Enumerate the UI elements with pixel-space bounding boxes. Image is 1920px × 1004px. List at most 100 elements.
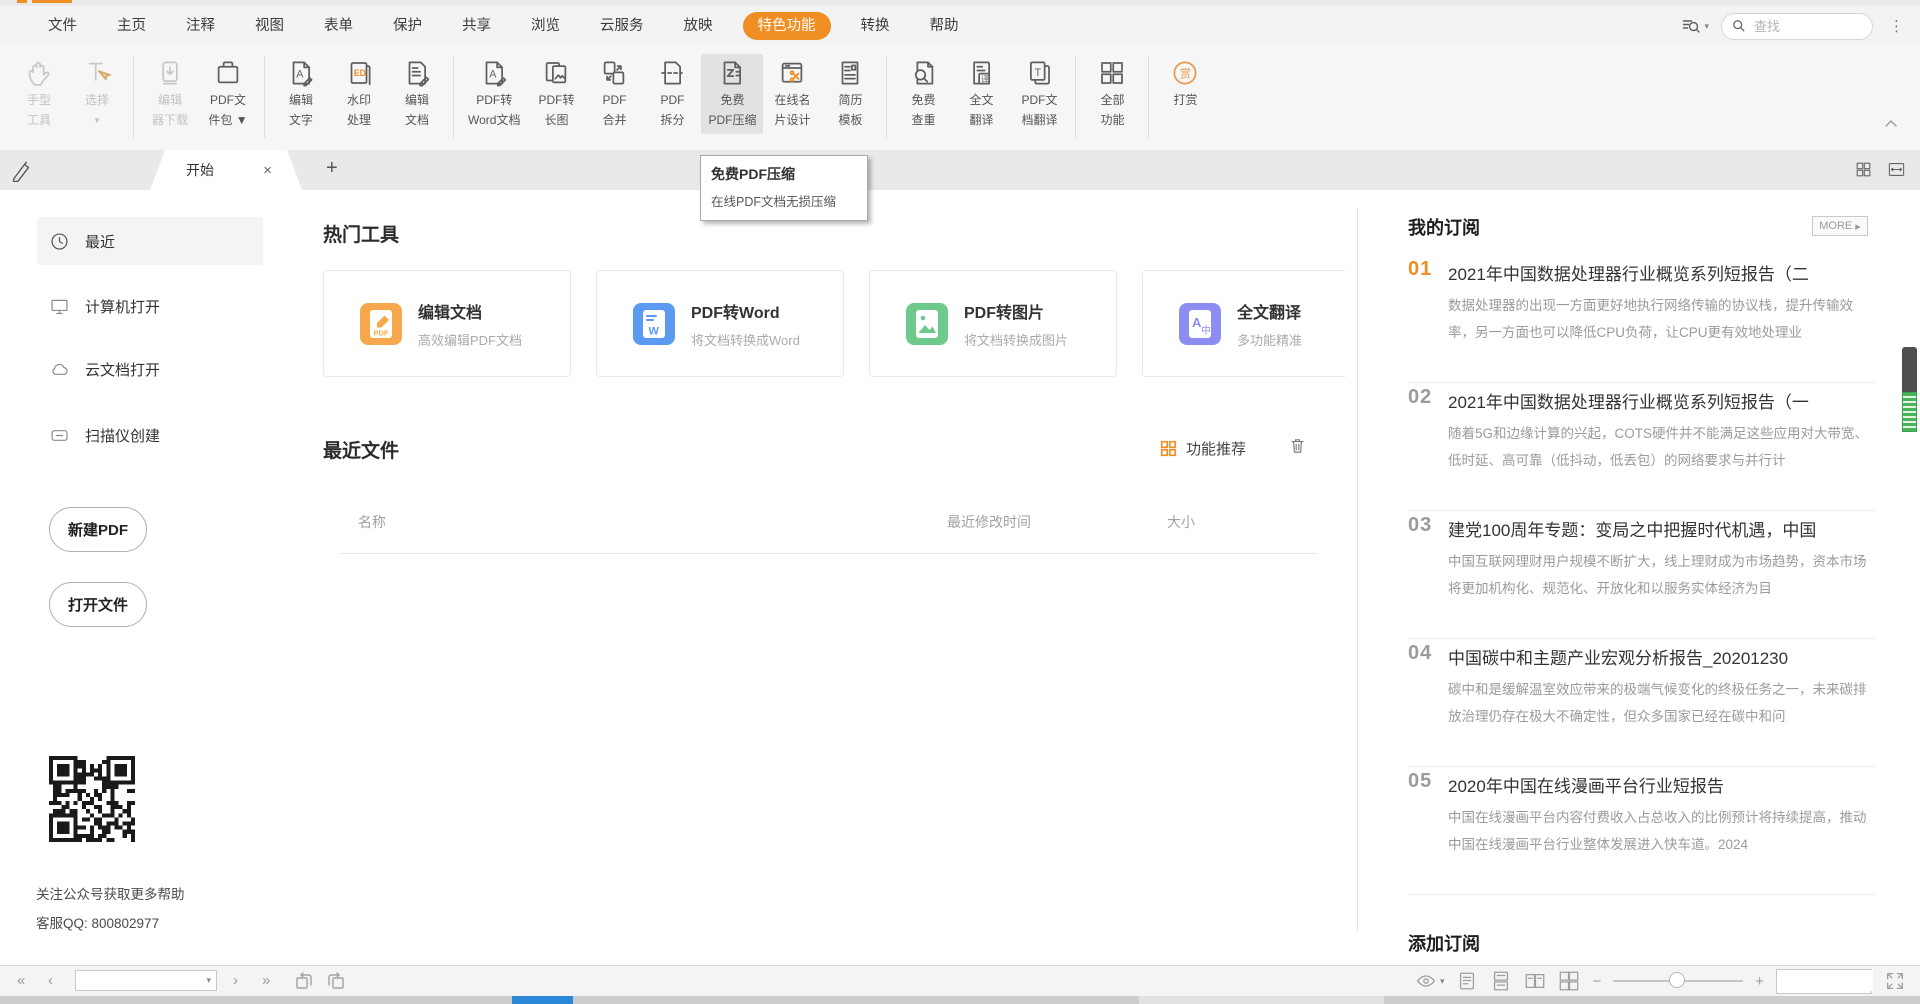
toolbar-resume-template[interactable]: 简历 模板 xyxy=(821,54,879,134)
view-eye-button[interactable]: ▾ xyxy=(1415,970,1445,992)
svg-text:A: A xyxy=(489,68,497,80)
continuous-view-icon[interactable] xyxy=(1490,970,1512,992)
toolbar-reward[interactable]: 赏 打赏 xyxy=(1156,54,1214,114)
page-number-input[interactable] xyxy=(76,972,202,989)
zoom-in-button[interactable]: + xyxy=(1755,973,1764,990)
search-input[interactable] xyxy=(1752,18,1856,35)
zoom-percent-input[interactable] xyxy=(1777,970,1873,991)
toolbar-hand-tool[interactable]: 手型 工具 xyxy=(10,54,68,134)
edit-text-icon: A xyxy=(286,58,316,88)
plagiarism-check-icon xyxy=(908,58,938,88)
toolbar-pdf-doc-translate[interactable]: T PDF文 档翻译 xyxy=(1010,54,1068,134)
two-page-view-icon[interactable] xyxy=(1524,970,1546,992)
item-title[interactable]: 中国碳中和主题产业宏观分析报告_20201230 xyxy=(1448,644,1875,670)
toolbar-divider xyxy=(453,56,454,138)
toolbar-full-text-translate[interactable]: 译 全文 翻译 xyxy=(952,54,1010,134)
menu-help[interactable]: 帮助 xyxy=(910,6,979,46)
toolbar-select-tool[interactable]: 选择 ▼ xyxy=(68,54,126,134)
toolbar-watermark[interactable]: ED 水印 处理 xyxy=(330,54,388,134)
zoom-slider[interactable] xyxy=(1613,980,1743,982)
subscription-item-2[interactable]: 02 2021年中国数据处理器行业概览系列短报告（一 随着5G和边缘计算的兴起，… xyxy=(1408,384,1875,511)
two-page-continuous-view-icon[interactable] xyxy=(1558,970,1580,992)
menu-file[interactable]: 文件 xyxy=(28,6,97,46)
toolbar-all-features[interactable]: 全部 功能 xyxy=(1083,54,1141,134)
toolbar-business-card-design[interactable]: 在线名 片设计 xyxy=(763,54,821,134)
kebab-menu-icon[interactable]: ⋮ xyxy=(1885,17,1908,35)
zoom-slider-handle[interactable] xyxy=(1669,972,1685,988)
item-number: 05 xyxy=(1408,770,1432,793)
item-title[interactable]: 2021年中国数据处理器行业概览系列短报告（二 xyxy=(1448,260,1875,286)
toolbar-free-plagiarism-check[interactable]: 免费 查重 xyxy=(894,54,952,134)
toolbar-pdf-package[interactable]: PDF文 件包 ▼ xyxy=(199,54,257,134)
next-view-button[interactable] xyxy=(324,969,348,993)
previous-view-button[interactable] xyxy=(292,969,316,993)
clear-recent-trash-icon[interactable] xyxy=(1288,436,1307,455)
menu-convert[interactable]: 转换 xyxy=(841,6,910,46)
menu-comment[interactable]: 注释 xyxy=(166,6,235,46)
toolbar-pdf-to-word[interactable]: A PDF转 Word文档 xyxy=(461,54,527,134)
quick-pen-button[interactable] xyxy=(10,158,34,182)
sidebar-item-create-from-scanner[interactable]: 扫描仪创建 xyxy=(37,411,263,459)
tab-start[interactable]: 开始 × xyxy=(150,150,302,190)
pdf-split-icon xyxy=(657,58,687,88)
toolbar-free-pdf-compress[interactable]: 免费 PDF压缩 xyxy=(701,54,763,134)
tab-title: 开始 xyxy=(186,160,263,180)
find-search-box[interactable] xyxy=(1721,13,1873,40)
zoom-percent-box[interactable] xyxy=(1776,969,1872,994)
first-page-button[interactable]: « xyxy=(17,972,25,989)
item-title[interactable]: 2021年中国数据处理器行业概览系列短报告（一 xyxy=(1448,388,1875,414)
ribbon-toolbar: 手型 工具 选择 ▼ 编辑 器下载 PDF文 件包 ▼ A 编辑 文字 xyxy=(0,46,1920,150)
card-edit-document[interactable]: PDF 编辑文档 高效编辑PDF文档 xyxy=(323,270,571,377)
add-subscription-title: 添加订阅 xyxy=(1408,930,1480,956)
menu-protect[interactable]: 保护 xyxy=(373,6,442,46)
toolbar-pdf-to-long-image[interactable]: PDF转 长图 xyxy=(527,54,585,134)
menu-browse[interactable]: 浏览 xyxy=(511,6,580,46)
toolbar-pdf-split[interactable]: PDF 拆分 xyxy=(643,54,701,134)
page-number-box[interactable]: ▾ xyxy=(75,970,217,991)
menu-featured-functions-active[interactable]: 特色功能 xyxy=(743,12,831,40)
card-subtitle: 高效编辑PDF文档 xyxy=(418,330,522,349)
menu-home[interactable]: 主页 xyxy=(97,6,166,46)
card-full-text-translate[interactable]: A 中 全文翻译 多功能精准 xyxy=(1142,270,1345,377)
single-page-view-icon[interactable] xyxy=(1456,970,1478,992)
reading-mode-icon[interactable] xyxy=(1887,160,1906,179)
search-icon xyxy=(1732,19,1746,33)
menu-view[interactable]: 视图 xyxy=(235,6,304,46)
tab-close-icon[interactable]: × xyxy=(263,162,272,179)
grid-view-icon[interactable] xyxy=(1854,160,1873,179)
feature-recommend-button[interactable]: 功能推荐 xyxy=(1160,438,1246,459)
collapse-ribbon-button[interactable] xyxy=(1884,116,1904,132)
fullscreen-icon[interactable] xyxy=(1884,970,1906,992)
sidebar-item-recent[interactable]: 最近 xyxy=(37,217,263,265)
menu-cloud-service[interactable]: 云服务 xyxy=(580,6,664,46)
menu-share[interactable]: 共享 xyxy=(442,6,511,46)
subscription-item-1[interactable]: 01 2021年中国数据处理器行业概览系列短报告（二 数据处理器的出现一方面更好… xyxy=(1408,256,1875,383)
open-file-button[interactable]: 打开文件 xyxy=(49,582,147,627)
toolbar-editor-download[interactable]: 编辑 器下载 xyxy=(141,54,199,134)
menu-form[interactable]: 表单 xyxy=(304,6,373,46)
last-page-button[interactable]: » xyxy=(262,972,270,989)
prev-page-button[interactable]: ‹ xyxy=(48,972,53,989)
advanced-find-button[interactable]: ▾ xyxy=(1681,16,1709,36)
subscription-item-3[interactable]: 03 建党100周年专题：变局之中把握时代机遇，中国 中国互联网理财用户规模不断… xyxy=(1408,512,1875,639)
sidebar-item-open-from-computer[interactable]: 计算机打开 xyxy=(37,282,263,330)
sidebar-item-open-from-cloud[interactable]: 云文档打开 xyxy=(37,345,263,393)
card-pdf-to-word[interactable]: W PDF转Word 将文档转换成Word xyxy=(596,270,844,377)
more-button[interactable]: MORE ▸ xyxy=(1812,216,1868,236)
subscription-item-4[interactable]: 04 中国碳中和主题产业宏观分析报告_20201230 碳中和是缓解温室效应带来… xyxy=(1408,640,1875,767)
right-scrollbar-thumb[interactable] xyxy=(1902,347,1917,432)
zoom-out-button[interactable]: − xyxy=(1592,973,1601,990)
new-tab-button[interactable]: + xyxy=(326,157,338,180)
subscription-item-5[interactable]: 05 2020年中国在线漫画平台行业短报告 中国在线漫画平台内容付费收入占总收入… xyxy=(1408,768,1875,895)
business-card-design-icon xyxy=(777,58,807,88)
new-pdf-button[interactable]: 新建PDF xyxy=(49,507,147,552)
toolbar-edit-text[interactable]: A 编辑 文字 xyxy=(272,54,330,134)
toolbar-pdf-merge[interactable]: PDF 合并 xyxy=(585,54,643,134)
item-title[interactable]: 建党100周年专题：变局之中把握时代机遇，中国 xyxy=(1448,516,1875,542)
card-pdf-to-image[interactable]: PDF转图片 将文档转换成图片 xyxy=(869,270,1117,377)
item-title[interactable]: 2020年中国在线漫画平台行业短报告 xyxy=(1448,772,1875,798)
toolbar-edit-document[interactable]: 编辑 文档 xyxy=(388,54,446,134)
next-page-button[interactable]: › xyxy=(233,972,238,989)
card-title: PDF转图片 xyxy=(964,299,1068,323)
menu-slideshow[interactable]: 放映 xyxy=(664,6,733,46)
